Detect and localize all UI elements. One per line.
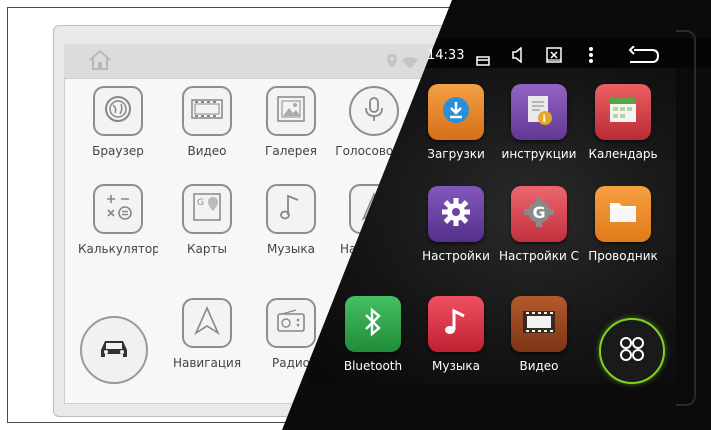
app-icon-tile (595, 84, 651, 140)
app-navigation-dock[interactable]: Навигация (167, 298, 247, 370)
app-label: Калькулятор (78, 242, 158, 256)
location-icon (386, 53, 398, 73)
home-icon[interactable] (88, 49, 112, 75)
app-icon-tile (428, 186, 484, 242)
app-calendar[interactable]: Календарь (583, 84, 663, 161)
app-browser[interactable]: Браузер (78, 86, 158, 158)
app-label: Проводник (588, 249, 658, 263)
map-icon: G (191, 191, 223, 227)
app-label: Настройки С (499, 249, 579, 263)
svg-text:G: G (197, 198, 204, 208)
download-icon (441, 95, 471, 129)
film-icon (191, 98, 223, 124)
app-music-dark[interactable]: Музыка (416, 296, 496, 373)
google-icon: G (522, 195, 556, 233)
app-icon-tile (345, 296, 401, 352)
app-icon-tile (428, 296, 484, 352)
app-icon-tile: i (511, 84, 567, 140)
wifi-icon (402, 54, 418, 73)
app-google-settings[interactable]: G Настройки С (499, 186, 579, 263)
svg-text:G: G (533, 203, 546, 222)
app-label: инструкции (501, 147, 577, 161)
app-label: Bluetooth (343, 359, 403, 373)
app-maps[interactable]: G Карты (167, 184, 247, 256)
app-icon-tile (428, 84, 484, 140)
app-label: Видео (187, 144, 227, 158)
folder-icon (607, 198, 639, 230)
app-label: Календарь (588, 147, 658, 161)
app-label: Загрузки (427, 147, 485, 161)
app-bluetooth[interactable]: Bluetooth (333, 296, 413, 373)
clock-time: 14:33 (427, 48, 465, 63)
app-label: Навигация (172, 356, 242, 370)
bluetooth-icon (362, 306, 384, 342)
recent-apps-icon[interactable] (476, 51, 490, 70)
app-icon-tile: G (511, 186, 567, 242)
globe-icon (103, 94, 133, 128)
navigation-arrow-icon (194, 306, 220, 340)
app-label: Браузер (92, 144, 144, 158)
radio-icon (276, 309, 306, 337)
device-side-edge (676, 30, 696, 406)
music-note-icon (443, 307, 469, 341)
gear-icon (440, 196, 472, 232)
app-icon-tile (595, 186, 651, 242)
all-apps-button[interactable] (599, 318, 665, 384)
app-music[interactable]: Музыка (251, 184, 331, 256)
film-icon (522, 309, 556, 339)
app-label: Карты (187, 242, 227, 256)
back-icon[interactable] (628, 45, 660, 68)
calendar-icon (608, 96, 638, 128)
app-label: Видео (519, 359, 559, 373)
app-gallery[interactable]: Галерея (251, 86, 331, 158)
app-icon-tile (511, 296, 567, 352)
app-video-dark[interactable]: Видео (499, 296, 579, 373)
app-downloads[interactable]: Загрузки (416, 84, 496, 161)
svg-text:i: i (543, 114, 546, 125)
app-label: Настройки (422, 249, 490, 263)
car-icon (96, 335, 132, 365)
app-calculator[interactable]: Калькулятор (78, 184, 158, 256)
close-app-icon[interactable] (546, 47, 562, 67)
picture-icon (276, 95, 306, 127)
app-instructions[interactable]: i инструкции (499, 84, 579, 161)
info-icon: i (524, 94, 554, 130)
app-label: Галерея (265, 144, 317, 158)
menu-dots-icon[interactable] (588, 46, 594, 68)
apps-grid-icon (617, 334, 647, 368)
app-file-manager[interactable]: Проводник (583, 186, 663, 263)
calculator-icon (101, 190, 135, 228)
app-video[interactable]: Видео (167, 86, 247, 158)
volume-icon[interactable] (511, 46, 525, 67)
music-note-icon (278, 192, 304, 226)
light-status-bar (64, 44, 484, 79)
microphone-icon (362, 95, 386, 127)
app-label: Музыка (432, 359, 480, 373)
app-label: Музыка (267, 242, 315, 256)
app-settings[interactable]: Настройки (416, 186, 496, 263)
car-mode-button[interactable] (80, 316, 148, 384)
